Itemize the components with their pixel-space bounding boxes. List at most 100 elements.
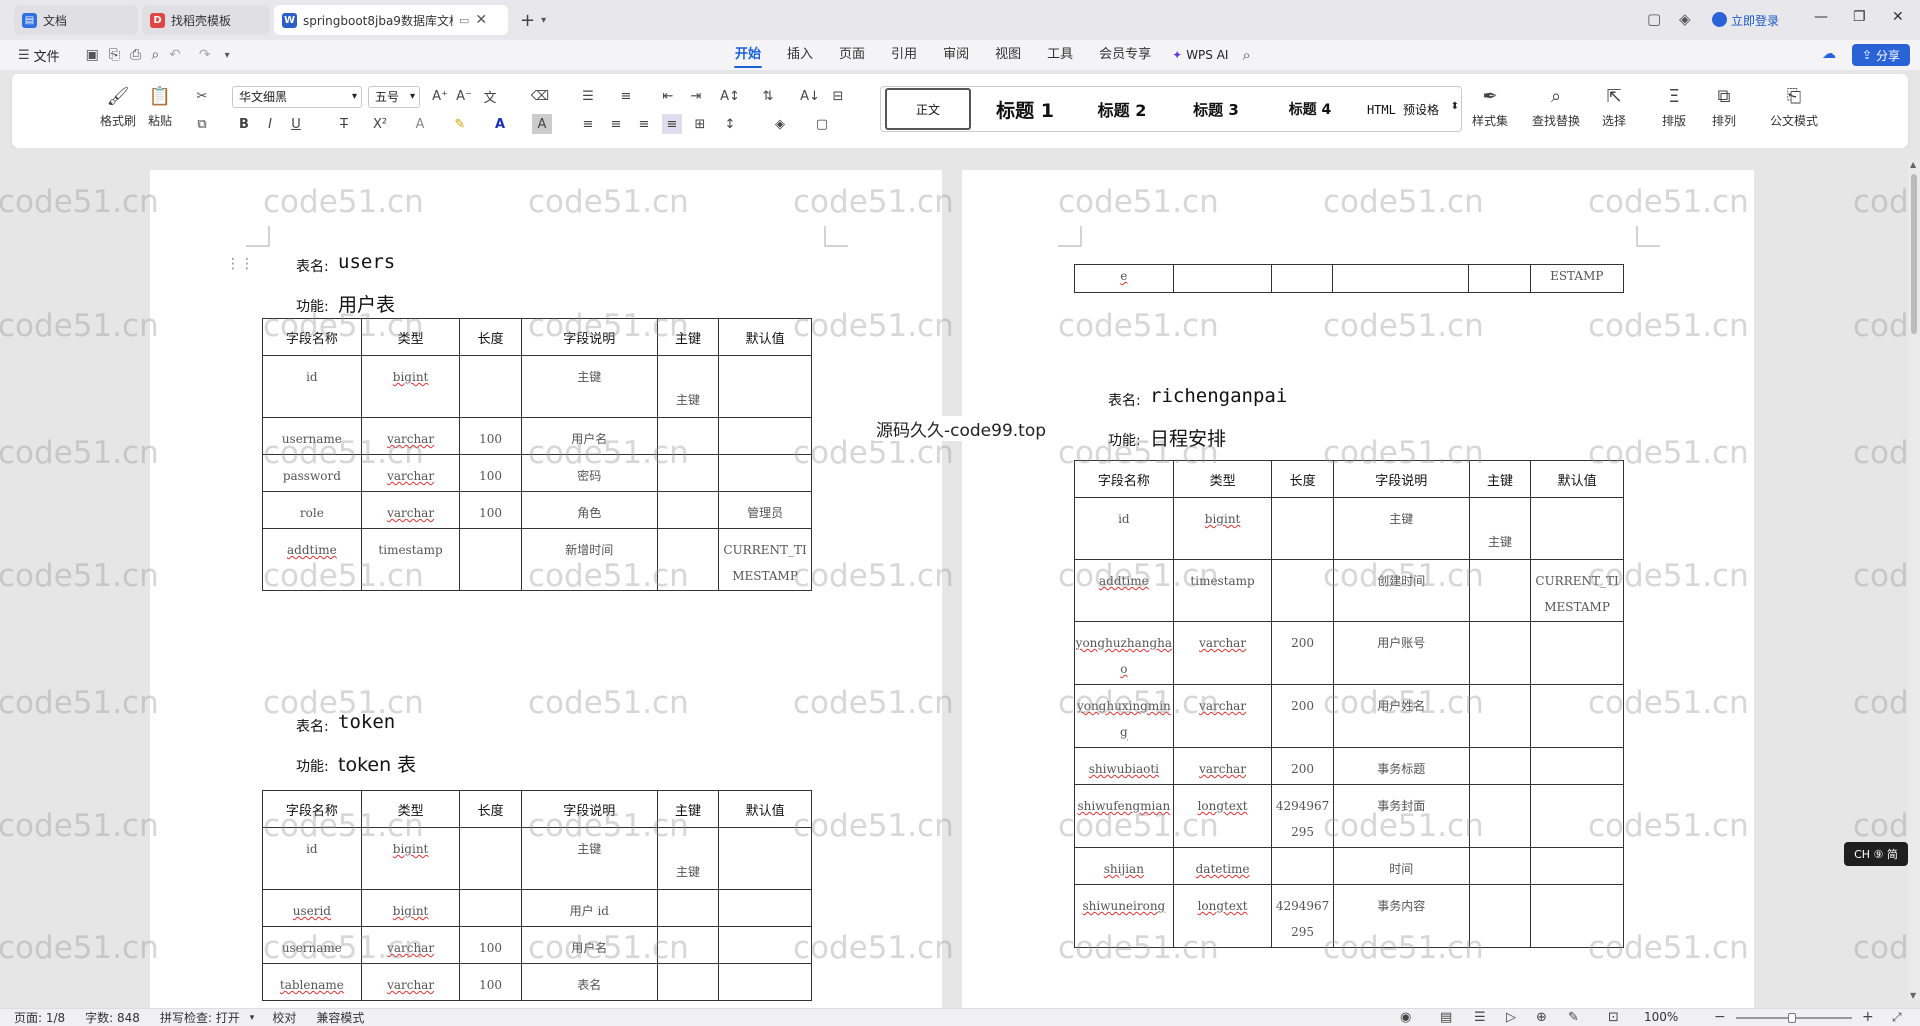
copy-icon[interactable]: ⧉	[192, 114, 212, 134]
table-cell[interactable]: username	[262, 926, 362, 964]
ime-indicator[interactable]: CH ⑨ 简	[1844, 842, 1908, 866]
file-menu[interactable]: 文件	[34, 46, 60, 65]
table-cell[interactable]: varchar	[360, 926, 461, 964]
table-cell[interactable]	[459, 889, 522, 927]
table-cell[interactable]	[656, 491, 720, 529]
justify-icon[interactable]: ≡	[662, 114, 682, 134]
style-heading-1[interactable]: 标题 1	[977, 87, 1073, 131]
export-icon[interactable]: ⎘	[109, 47, 120, 63]
style-heading-3[interactable]: 标题 3	[1171, 87, 1261, 131]
table-cell[interactable]: varchar	[360, 454, 461, 492]
tab-member[interactable]: 会员专享	[1086, 40, 1164, 70]
restore-icon[interactable]: ❐	[1853, 9, 1866, 25]
zoom-level[interactable]: 100%	[1644, 1010, 1678, 1024]
table-cell[interactable]	[459, 355, 522, 418]
table-cell[interactable]	[1468, 847, 1532, 885]
pen-icon[interactable]: ✎	[1568, 1010, 1579, 1025]
drag-handle-icon[interactable]: ⋮⋮	[226, 256, 254, 272]
table-cell[interactable]	[656, 528, 720, 591]
print-preview-icon[interactable]: ⌕	[151, 47, 159, 63]
find-replace-button[interactable]: ⌕ 查找替换	[1532, 84, 1580, 129]
select-button[interactable]: ⇱ 选择	[1602, 84, 1626, 129]
table-cell[interactable]: 用户 id	[520, 889, 658, 927]
tab-home[interactable]: 开始	[722, 40, 774, 70]
hamburger-icon[interactable]: ☰	[18, 48, 30, 63]
table-cell[interactable]: addtime	[262, 528, 362, 591]
table-cell[interactable]	[718, 827, 812, 890]
style-normal[interactable]: 正文	[885, 88, 971, 130]
window-layout-icon[interactable]: ▢	[1647, 10, 1661, 28]
table-cell[interactable]: bigint	[360, 355, 461, 418]
table-cell[interactable]: 事务内容	[1332, 884, 1470, 948]
phonetic-icon[interactable]: 文	[480, 86, 500, 106]
table-cell[interactable]	[718, 454, 812, 492]
table-cell[interactable]: 100	[459, 926, 522, 964]
print-icon[interactable]: ⎙	[130, 47, 141, 63]
table-cell[interactable]	[1271, 264, 1334, 293]
table-cell[interactable]: 主键	[520, 827, 658, 890]
save-icon[interactable]: ▣	[86, 47, 99, 63]
table-cell[interactable]: 主键	[656, 827, 720, 890]
table-cell[interactable]	[656, 963, 720, 1001]
table-cell[interactable]	[1468, 559, 1532, 622]
table-cell[interactable]: varchar	[1172, 621, 1273, 685]
spell-check[interactable]: 拼写检查: 打开	[150, 1009, 250, 1026]
table-cell[interactable]: 200	[1271, 684, 1334, 748]
table-cell[interactable]: 管理员	[718, 491, 812, 529]
zoom-in-icon[interactable]: +	[1862, 1009, 1874, 1025]
page-indicator[interactable]: 页面: 1/8	[0, 1009, 75, 1026]
table-cell[interactable]	[1468, 884, 1532, 948]
font-color-icon[interactable]: A	[490, 114, 510, 134]
bullet-list-icon[interactable]: ☰	[578, 86, 598, 106]
monitor-icon[interactable]: ▭	[459, 14, 469, 27]
font-size-select[interactable]: 五号 ▾	[368, 86, 420, 108]
tab-template[interactable]: D 找稻壳模板	[142, 5, 270, 35]
table-cell[interactable]	[718, 963, 812, 1001]
table-cell[interactable]: CURRENT_TIMESTAMP	[1530, 559, 1624, 622]
table-cell[interactable]: 用户姓名	[1332, 684, 1470, 748]
table-cell[interactable]	[1530, 747, 1624, 785]
table-cell[interactable]	[1172, 264, 1273, 293]
cut-icon[interactable]: ✂	[192, 86, 212, 106]
tab-insert[interactable]: 插入	[774, 40, 826, 70]
table-cell[interactable]	[1468, 264, 1531, 293]
table-cell[interactable]: 4294967295	[1271, 884, 1334, 948]
bold-icon[interactable]: B	[234, 114, 254, 134]
table-cell[interactable]: 200	[1271, 747, 1334, 785]
strikethrough-icon[interactable]: T	[334, 114, 354, 134]
shrink-font-icon[interactable]: A⁻	[454, 86, 474, 106]
table-cell[interactable]	[1530, 847, 1624, 885]
table-cell[interactable]: 事务封面	[1332, 784, 1470, 848]
table-cell[interactable]: id	[262, 355, 362, 418]
fit-page-icon[interactable]: ⊡	[1608, 1010, 1619, 1025]
table-cell[interactable]: longtext	[1172, 884, 1273, 948]
text-effect-icon[interactable]: A	[410, 114, 430, 134]
table-cell[interactable]	[1271, 559, 1334, 622]
table-cell[interactable]: id	[262, 827, 362, 890]
proofread[interactable]: 校对	[262, 1009, 306, 1026]
scroll-thumb[interactable]	[1911, 174, 1917, 334]
table-cell[interactable]	[718, 355, 812, 418]
distribute-icon[interactable]: ⊞	[690, 114, 710, 134]
tab-tools[interactable]: 工具	[1034, 40, 1086, 70]
eye-icon[interactable]: ◉	[1400, 1010, 1411, 1025]
table-cell[interactable]: 100	[459, 454, 522, 492]
tab-page[interactable]: 页面	[826, 40, 878, 70]
table-cell[interactable]	[1530, 621, 1624, 685]
table-cell[interactable]: 100	[459, 963, 522, 1001]
new-tab-icon[interactable]: +	[520, 10, 535, 31]
table-cell[interactable]	[1332, 264, 1470, 293]
tab-reference[interactable]: 引用	[878, 40, 930, 70]
fullscreen-icon[interactable]: ⤢	[1892, 1010, 1902, 1025]
table-cell[interactable]	[656, 926, 720, 964]
outline-view-icon[interactable]: ☰	[1474, 1010, 1486, 1025]
vertical-scrollbar[interactable]: ▲ ▼	[1908, 160, 1920, 1000]
redo-icon[interactable]: ↷	[199, 47, 211, 63]
table-cell[interactable]: 100	[459, 417, 522, 455]
zoom-slider[interactable]	[1736, 1013, 1852, 1023]
zoom-slider-thumb[interactable]	[1788, 1013, 1796, 1023]
table-cell[interactable]: 事务标题	[1332, 747, 1470, 785]
table-cell[interactable]: addtime	[1074, 559, 1174, 622]
line-spacing-icon[interactable]: ↕	[720, 114, 740, 134]
web-view-icon[interactable]: ⊕	[1536, 1010, 1547, 1025]
